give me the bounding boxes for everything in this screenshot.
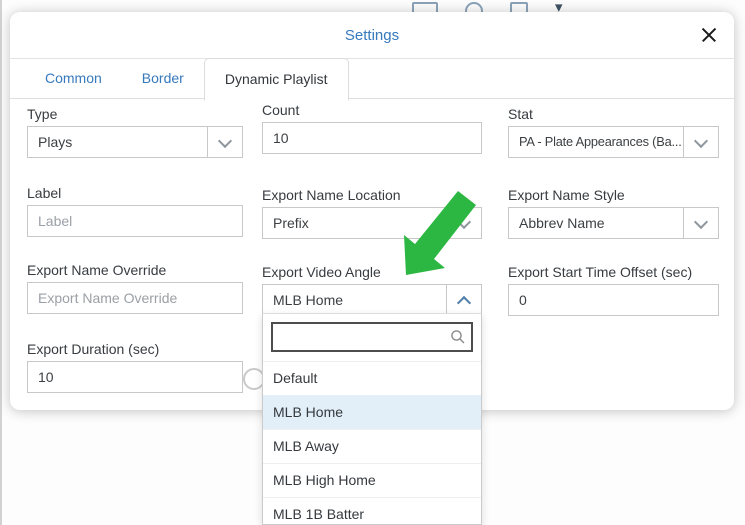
export-start-time-offset-label: Export Start Time Offset (sec) bbox=[508, 264, 719, 282]
export-name-style-select-button[interactable] bbox=[683, 208, 718, 238]
export-video-angle-label: Export Video Angle bbox=[262, 264, 482, 282]
export-name-style-value: Abbrev Name bbox=[509, 208, 682, 238]
label-field-group: Label bbox=[27, 185, 243, 237]
export-name-location-field-group: Export Name Location Prefix bbox=[262, 187, 482, 239]
count-input[interactable] bbox=[263, 123, 481, 153]
chevron-down-icon bbox=[694, 134, 708, 148]
export-start-time-offset-input-wrap bbox=[508, 284, 719, 316]
export-name-override-field-group: Export Name Override bbox=[27, 262, 243, 314]
export-duration-input-wrap bbox=[27, 361, 243, 393]
dropdown-option-mlb-1b-batter[interactable]: MLB 1B Batter bbox=[263, 497, 481, 525]
search-icon bbox=[450, 329, 466, 345]
video-angle-dropdown: Default MLB Home MLB Away MLB High Home … bbox=[262, 313, 482, 525]
tab-dynamic-playlist[interactable]: Dynamic Playlist bbox=[204, 58, 349, 101]
dropdown-option-mlb-high-home[interactable]: MLB High Home bbox=[263, 463, 481, 497]
close-icon[interactable] bbox=[701, 27, 717, 43]
stat-label: Stat bbox=[508, 106, 719, 124]
tab-common[interactable]: Common bbox=[25, 59, 122, 98]
chevron-down-icon bbox=[694, 215, 708, 229]
type-select[interactable]: Plays bbox=[27, 126, 243, 158]
export-duration-input[interactable] bbox=[28, 362, 242, 392]
stat-select-value: PA - Plate Appearances (Ba... bbox=[509, 127, 682, 157]
export-name-override-input-wrap bbox=[27, 282, 243, 314]
export-name-override-label: Export Name Override bbox=[27, 262, 243, 280]
stat-select-button[interactable] bbox=[683, 127, 718, 157]
label-input-wrap bbox=[27, 205, 243, 237]
tab-bar: Common Border Dynamic Playlist bbox=[10, 59, 734, 99]
export-start-time-offset-field-group: Export Start Time Offset (sec) bbox=[508, 264, 719, 316]
dialog-title: Settings bbox=[10, 12, 734, 60]
label-input[interactable] bbox=[28, 206, 242, 236]
dropdown-search-input[interactable] bbox=[273, 324, 471, 350]
count-field-group: Count bbox=[262, 102, 482, 154]
export-name-location-label: Export Name Location bbox=[262, 187, 482, 205]
export-name-location-value: Prefix bbox=[263, 208, 445, 238]
export-name-override-input[interactable] bbox=[28, 283, 242, 313]
export-name-style-field-group: Export Name Style Abbrev Name bbox=[508, 187, 719, 239]
export-duration-label: Export Duration (sec) bbox=[27, 341, 243, 359]
chevron-up-icon bbox=[457, 296, 471, 310]
tab-border[interactable]: Border bbox=[122, 59, 204, 98]
label-label: Label bbox=[27, 185, 243, 203]
export-name-location-select-button[interactable] bbox=[446, 208, 481, 238]
export-video-angle-select-button[interactable] bbox=[446, 285, 481, 315]
stat-select[interactable]: PA - Plate Appearances (Ba... bbox=[508, 126, 719, 158]
stat-field-group: Stat PA - Plate Appearances (Ba... bbox=[508, 106, 719, 158]
export-duration-field-group: Export Duration (sec) bbox=[27, 341, 243, 393]
export-start-time-offset-input[interactable] bbox=[509, 285, 718, 315]
settings-dialog: Settings Common Border Dynamic Playlist … bbox=[10, 12, 734, 410]
dialog-header: Settings bbox=[10, 12, 734, 59]
export-video-angle-field-group: Export Video Angle MLB Home bbox=[262, 264, 482, 316]
export-name-location-select[interactable]: Prefix bbox=[262, 207, 482, 239]
type-label: Type bbox=[27, 106, 243, 124]
type-field-group: Type Plays bbox=[27, 106, 243, 158]
type-select-value: Plays bbox=[28, 127, 206, 157]
count-label: Count bbox=[262, 102, 482, 120]
page-left-border bbox=[0, 0, 2, 525]
type-select-button[interactable] bbox=[207, 127, 242, 157]
dropdown-option-mlb-away[interactable]: MLB Away bbox=[263, 429, 481, 463]
export-name-style-label: Export Name Style bbox=[508, 187, 719, 205]
export-name-style-select[interactable]: Abbrev Name bbox=[508, 207, 719, 239]
export-video-angle-select[interactable]: MLB Home bbox=[262, 284, 482, 316]
dropdown-search bbox=[271, 322, 473, 352]
chevron-down-icon bbox=[457, 215, 471, 229]
chevron-down-icon bbox=[218, 134, 232, 148]
dropdown-option-default[interactable]: Default bbox=[263, 361, 481, 395]
dropdown-option-mlb-home[interactable]: MLB Home bbox=[263, 395, 481, 429]
count-input-wrap bbox=[262, 122, 482, 154]
export-video-angle-value: MLB Home bbox=[263, 285, 445, 315]
dropdown-option-list: Default MLB Home MLB Away MLB High Home … bbox=[263, 361, 481, 525]
